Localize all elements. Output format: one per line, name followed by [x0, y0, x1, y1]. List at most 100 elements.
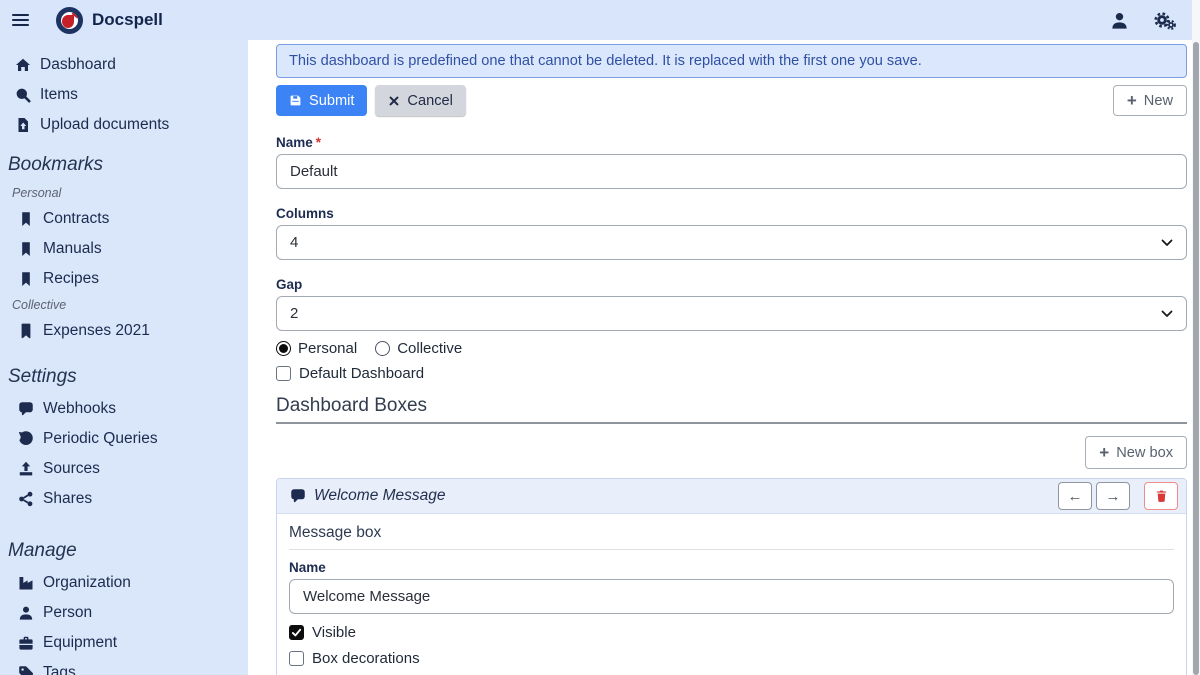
default-dashboard-label: Default Dashboard	[299, 365, 424, 382]
menu-toggle-button[interactable]	[0, 0, 40, 40]
visible-label: Visible	[312, 624, 356, 641]
scope-radio-group: Personal Collective	[276, 340, 1187, 357]
move-box-left-button[interactable]: ←	[1058, 482, 1092, 510]
sidebar-item-label: Organization	[43, 574, 131, 592]
top-navbar: Docspell	[0, 0, 1192, 40]
cogs-icon	[1153, 10, 1176, 31]
tag-icon	[17, 665, 34, 675]
bookmarks-collective-label: Collective	[0, 294, 248, 316]
box-name-label: Name	[289, 560, 1174, 575]
dashboard-box-welcome-message: Welcome Message ← → Message box Name Vis…	[276, 478, 1187, 675]
form-toolbar: Submit Cancel + New	[276, 85, 1187, 116]
move-box-right-button[interactable]: →	[1096, 482, 1130, 510]
radio-unselected-icon	[375, 341, 390, 356]
sidebar-item-shares[interactable]: Shares	[0, 484, 248, 514]
delete-box-button[interactable]	[1144, 482, 1178, 510]
box-kind-label: Message box	[289, 524, 1174, 542]
columns-label: Columns	[276, 206, 1187, 221]
plus-icon: +	[1127, 92, 1137, 109]
scope-personal-radio[interactable]: Personal	[276, 340, 357, 357]
required-marker: *	[316, 135, 321, 150]
upload-icon	[17, 461, 34, 478]
sidebar-item-equipment[interactable]: Equipment	[0, 628, 248, 658]
settings-menu-button[interactable]	[1153, 10, 1176, 31]
checkbox-unchecked-icon	[289, 651, 304, 666]
bookmark-icon	[17, 211, 34, 228]
predefined-dashboard-alert: This dashboard is predefined one that ca…	[276, 44, 1187, 78]
scope-collective-radio[interactable]: Collective	[375, 340, 462, 357]
arrow-right-icon: →	[1106, 488, 1121, 505]
sidebar-item-person[interactable]: Person	[0, 598, 248, 628]
submit-label: Submit	[309, 93, 354, 109]
briefcase-icon	[17, 635, 34, 652]
name-label: Name*	[276, 135, 1187, 150]
submit-button[interactable]: Submit	[276, 85, 367, 116]
file-upload-icon	[14, 117, 31, 134]
box-title: Welcome Message	[314, 487, 446, 505]
user-account-button[interactable]	[1110, 11, 1129, 30]
box-header: Welcome Message ← →	[277, 479, 1186, 514]
scrollbar-thumb[interactable]	[1193, 42, 1199, 675]
main-content: This dashboard is predefined one that ca…	[248, 40, 1192, 675]
sidebar-item-label: Upload documents	[40, 116, 169, 134]
share-icon	[17, 491, 34, 508]
sidebar-item-sources[interactable]: Sources	[0, 454, 248, 484]
sidebar-item-expenses-2021[interactable]: Expenses 2021	[0, 316, 248, 346]
sidebar-item-dashboard[interactable]: Dasbhoard	[0, 50, 248, 80]
brand-name: Docspell	[92, 10, 163, 30]
sidebar-item-organization[interactable]: Organization	[0, 568, 248, 598]
vertical-scrollbar[interactable]	[1192, 0, 1200, 675]
sidebar-item-label: Recipes	[43, 270, 99, 288]
new-box-label: New box	[1116, 445, 1173, 461]
sidebar-item-periodic-queries[interactable]: Periodic Queries	[0, 424, 248, 454]
sidebar-item-label: Dasbhoard	[40, 56, 116, 74]
person-icon	[17, 605, 34, 622]
save-icon	[289, 94, 302, 107]
bookmarks-personal-label: Personal	[0, 182, 248, 204]
industry-icon	[17, 575, 34, 592]
columns-select[interactable]: 4	[276, 225, 1187, 260]
cancel-button[interactable]: Cancel	[375, 85, 465, 116]
new-dashboard-button[interactable]: + New	[1113, 85, 1187, 116]
hamburger-icon	[12, 14, 29, 27]
docspell-logo-icon	[56, 7, 83, 34]
sidebar-item-label: Person	[43, 604, 92, 622]
sidebar-section-bookmarks: Bookmarks	[0, 148, 248, 182]
sidebar-item-label: Webhooks	[43, 400, 116, 418]
sidebar-item-contracts[interactable]: Contracts	[0, 204, 248, 234]
sidebar-item-label: Sources	[43, 460, 100, 478]
sidebar-item-tags[interactable]: Tags	[0, 658, 248, 675]
divider	[276, 422, 1187, 424]
sidebar-item-items[interactable]: Items	[0, 80, 248, 110]
history-icon	[17, 431, 34, 448]
columns-value: 4	[290, 234, 298, 251]
plus-icon: +	[1099, 444, 1109, 461]
box-body: Message box Name Visible Box decorations…	[277, 514, 1186, 675]
user-icon	[1110, 11, 1129, 30]
box-name-input[interactable]	[289, 579, 1174, 614]
gap-select[interactable]: 2	[276, 296, 1187, 331]
visible-checkbox[interactable]: Visible	[289, 624, 1174, 641]
brand[interactable]: Docspell	[56, 7, 163, 34]
sidebar-item-recipes[interactable]: Recipes	[0, 264, 248, 294]
checkbox-checked-icon	[289, 625, 304, 640]
sidebar-item-manuals[interactable]: Manuals	[0, 234, 248, 264]
sidebar-item-upload-documents[interactable]: Upload documents	[0, 110, 248, 140]
new-box-button[interactable]: + New box	[1085, 436, 1187, 469]
close-icon	[388, 95, 400, 107]
sidebar-item-label: Equipment	[43, 634, 117, 652]
search-icon	[14, 87, 31, 104]
default-dashboard-checkbox[interactable]: Default Dashboard	[276, 365, 1187, 382]
box-decorations-checkbox[interactable]: Box decorations	[289, 650, 1174, 667]
bookmark-icon	[17, 241, 34, 258]
message-box-icon	[289, 488, 306, 505]
sidebar-section-manage: Manage	[0, 534, 248, 568]
chevron-down-icon	[1161, 239, 1173, 247]
trash-icon	[1155, 489, 1168, 503]
sidebar-item-label: Contracts	[43, 210, 109, 228]
name-input[interactable]	[276, 154, 1187, 189]
sidebar-item-label: Items	[40, 86, 78, 104]
sidebar-item-webhooks[interactable]: Webhooks	[0, 394, 248, 424]
box-decorations-label: Box decorations	[312, 650, 420, 667]
comment-icon	[17, 401, 34, 418]
